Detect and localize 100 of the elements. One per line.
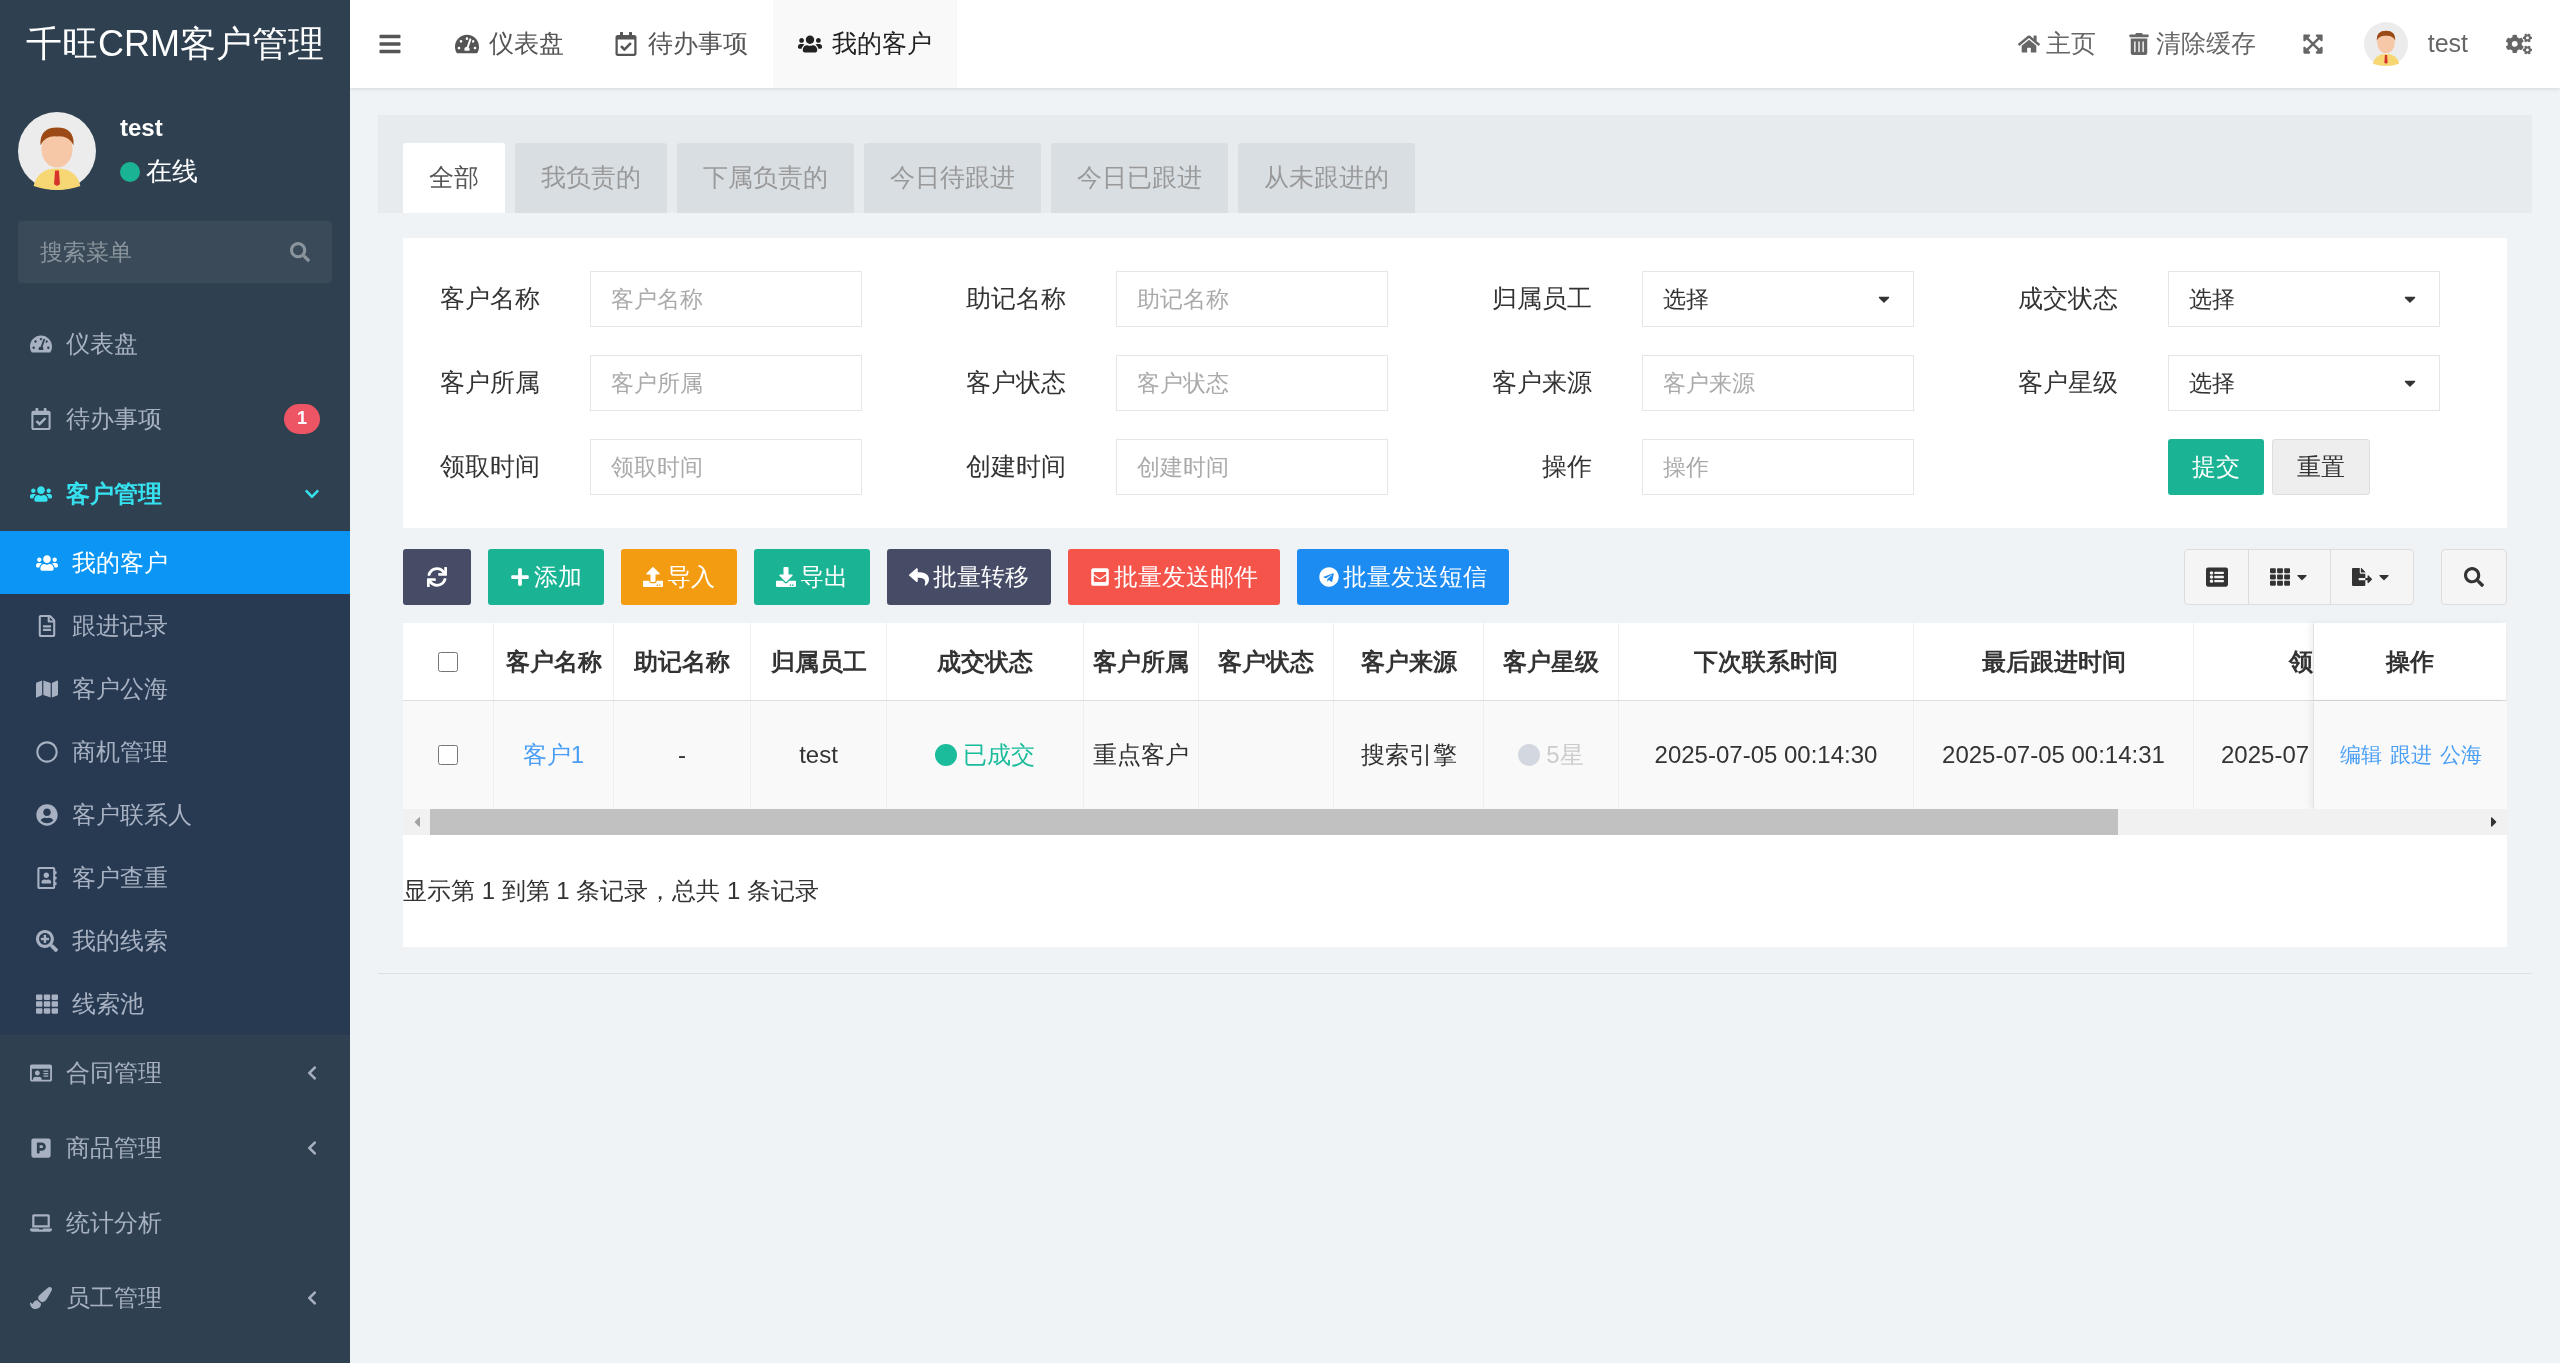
- search-button[interactable]: [2441, 549, 2507, 605]
- toolbar-button[interactable]: 导出: [754, 549, 870, 605]
- select-field[interactable]: 选择: [2168, 355, 2440, 411]
- action-link[interactable]: 跟进: [2389, 739, 2432, 771]
- filter-input[interactable]: 领取时间: [590, 439, 862, 495]
- filter-input[interactable]: 客户来源: [1642, 355, 1914, 411]
- filter-label: 领取时间: [440, 451, 541, 483]
- submenu-item[interactable]: 我的客户: [0, 531, 350, 594]
- submit-button[interactable]: 提交: [2168, 439, 2264, 495]
- filter-label: 客户名称: [440, 283, 541, 315]
- menu-item[interactable]: 合同管理: [0, 1035, 350, 1110]
- submenu-item[interactable]: 我的线索: [0, 909, 350, 972]
- column-header: 客户来源: [1360, 646, 1457, 677]
- column-header: 客户星级: [1503, 646, 1599, 677]
- column-header: 客户所属: [1093, 646, 1189, 677]
- column-header: 助记名称: [634, 646, 730, 677]
- filter-label: 操作: [1541, 451, 1593, 483]
- menu-search-field[interactable]: 搜索菜单: [18, 221, 332, 283]
- submenu-item[interactable]: 跟进记录: [0, 594, 350, 657]
- filter-label: 客户星级: [2018, 367, 2119, 399]
- nav-tab[interactable]: 仪表盘: [430, 0, 589, 88]
- menu-item[interactable]: 商品管理: [0, 1110, 350, 1185]
- filter-input[interactable]: 客户所属: [590, 355, 862, 411]
- table-cell-text: 2025-07-05 00:14:30: [1654, 740, 1878, 770]
- filter-label: 归属员工: [1492, 283, 1593, 315]
- user-status: 在线: [146, 155, 198, 188]
- row-checkbox[interactable]: [438, 745, 458, 765]
- filter-input[interactable]: 客户名称: [590, 271, 862, 327]
- zoom-in-icon: [36, 929, 58, 952]
- refresh-button[interactable]: [403, 549, 471, 605]
- column-header: 操作: [2386, 646, 2434, 677]
- menu-item[interactable]: 统计分析: [0, 1185, 350, 1260]
- avatar-icon: [18, 111, 96, 190]
- filter-tab[interactable]: 全部: [403, 143, 505, 213]
- customer-link[interactable]: 客户1: [522, 737, 585, 773]
- search-icon: [2464, 567, 2484, 587]
- action-link[interactable]: 编辑: [2339, 739, 2382, 771]
- top-link[interactable]: 主页: [2001, 0, 2112, 88]
- status-text: 已成交: [963, 740, 1035, 770]
- grid-icon: [2269, 567, 2290, 587]
- reset-button[interactable]: 重置: [2272, 439, 2370, 495]
- select-field[interactable]: 选择: [1642, 271, 1914, 327]
- select-all-checkbox[interactable]: [438, 651, 458, 672]
- column-header: 客户名称: [505, 646, 602, 677]
- grid-icon: [36, 992, 58, 1015]
- filter-input[interactable]: 操作: [1642, 439, 1914, 495]
- calendar-icon: [30, 407, 52, 430]
- column-header: 成交状态: [937, 646, 1033, 677]
- calendar-icon: [614, 32, 638, 56]
- column-header: 最后跟进时间: [1981, 646, 2126, 677]
- filter-input[interactable]: 助记名称: [1116, 271, 1388, 327]
- contact-card-icon: [36, 866, 58, 889]
- table-cell-text: 重点客户: [1093, 740, 1189, 770]
- action-link[interactable]: 公海: [2439, 739, 2482, 771]
- table-cell-text: 搜索引擎: [1360, 740, 1457, 770]
- menu-item[interactable]: 客户管理: [0, 456, 350, 531]
- count-badge: 1: [284, 403, 320, 434]
- filter-label: 成交状态: [2018, 283, 2119, 315]
- toolbar-button[interactable]: 批量发送邮件: [1068, 549, 1280, 605]
- filter-input[interactable]: 客户状态: [1116, 355, 1388, 411]
- toolbar-button[interactable]: 添加: [488, 549, 604, 605]
- menu-item[interactable]: 员工管理: [0, 1260, 350, 1335]
- column-header: 下次联系时间: [1694, 646, 1838, 677]
- trash-icon: [2127, 33, 2150, 55]
- top-link[interactable]: 清除缓存: [2111, 0, 2272, 88]
- toolbar-button[interactable]: 批量转移: [887, 549, 1051, 605]
- expand-icon: [2301, 33, 2324, 55]
- export-icon: [2352, 567, 2372, 587]
- nav-tab[interactable]: 待办事项: [589, 0, 773, 88]
- toolbar-button[interactable]: 批量发送短信: [1297, 549, 1509, 605]
- menu-item[interactable]: 待办事项 1: [0, 381, 350, 456]
- table-cell-text: 2025-07-05 00:14:31: [1942, 740, 2165, 770]
- column-header: 领: [2289, 646, 2313, 677]
- top-user-name[interactable]: test: [2427, 25, 2468, 63]
- select-field[interactable]: 选择: [2168, 271, 2440, 327]
- filter-label: 客户来源: [1492, 367, 1593, 399]
- menu-icon: [378, 32, 402, 56]
- upload-icon: [643, 567, 663, 587]
- submenu-item[interactable]: 客户公海: [0, 657, 350, 720]
- horizontal-scrollbar[interactable]: [403, 809, 2507, 835]
- menu-item[interactable]: 仪表盘: [0, 306, 350, 381]
- plus-icon: [510, 567, 530, 587]
- submenu-item[interactable]: 客户查重: [0, 846, 350, 909]
- submenu-item[interactable]: 线索池: [0, 972, 350, 1035]
- pagination-info: 显示第 1 到第 1 条记录，总共 1 条记录: [403, 877, 820, 904]
- table-cell-text: -: [678, 740, 686, 770]
- filter-input[interactable]: 创建时间: [1116, 439, 1388, 495]
- brush-icon: [30, 1286, 52, 1309]
- nav-tab[interactable]: 我的客户: [773, 0, 957, 88]
- table-cell-text: test: [799, 740, 838, 770]
- column-header: 客户状态: [1218, 646, 1314, 677]
- submenu-item[interactable]: 商机管理: [0, 720, 350, 783]
- list-icon: [2205, 566, 2228, 588]
- app-title: 千旺CRM客户管理: [26, 22, 324, 66]
- map-icon: [36, 677, 58, 700]
- scrollbar-thumb[interactable]: [430, 809, 2118, 835]
- envelope-icon: [1090, 567, 1110, 587]
- submenu-item[interactable]: 客户联系人: [0, 783, 350, 846]
- download-icon: [776, 567, 796, 587]
- avatar-icon: [2363, 22, 2408, 66]
